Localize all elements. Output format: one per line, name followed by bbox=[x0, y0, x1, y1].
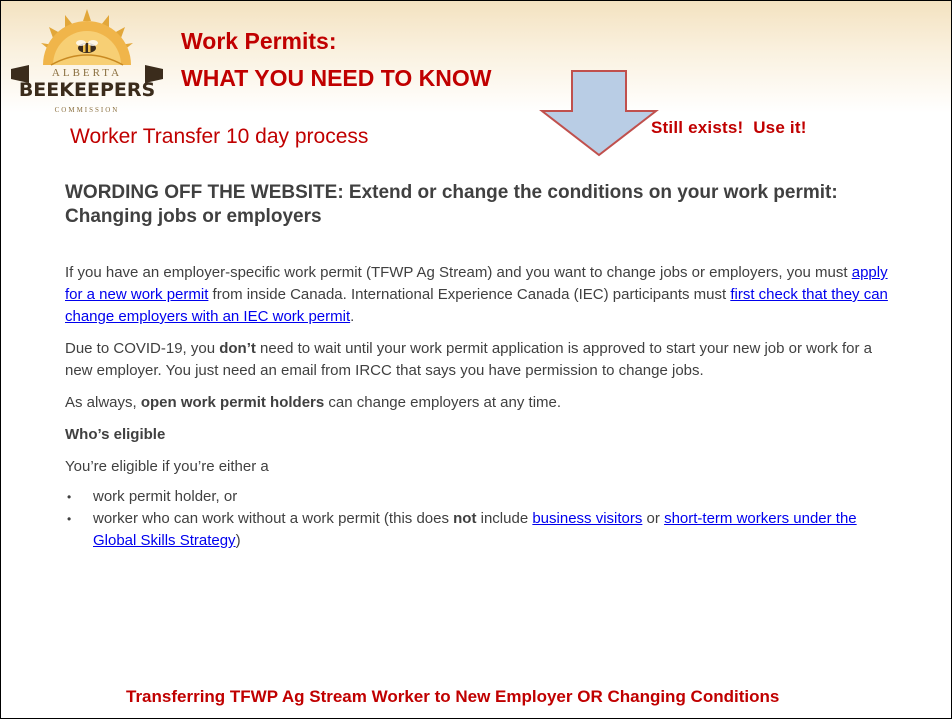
text-run: ) bbox=[235, 532, 241, 549]
slide-title-line-1: Work Permits: bbox=[181, 28, 337, 54]
bold-text: not bbox=[453, 510, 477, 527]
text-run: worker who can work without a work permi… bbox=[93, 510, 454, 527]
down-arrow-icon bbox=[539, 70, 659, 157]
logo-beekeepers-text: BEEKEEPERS bbox=[18, 79, 156, 101]
list-item: worker who can work without a work permi… bbox=[65, 508, 895, 552]
text-run: from inside Canada. International Experi… bbox=[208, 286, 731, 303]
bold-text: don’t bbox=[219, 340, 256, 357]
body-content: If you have an employer-specific work pe… bbox=[65, 262, 895, 552]
text-run: or bbox=[642, 510, 665, 527]
eligibility-list: work permit holder, or worker who can wo… bbox=[65, 486, 895, 552]
text-run: work permit holder, or bbox=[93, 488, 238, 505]
paragraph-open-permit: As always, open work permit holders can … bbox=[65, 392, 895, 414]
text-run: can change employers at any time. bbox=[324, 394, 562, 411]
eligible-intro: You’re eligible if you’re either a bbox=[65, 458, 269, 475]
footer-text: Transferring TFWP Ag Stream Worker to Ne… bbox=[126, 687, 780, 706]
business-visitors-link[interactable]: business visitors bbox=[532, 510, 642, 527]
text-run: . bbox=[350, 308, 355, 325]
bee-sun-logo-icon bbox=[11, 9, 163, 83]
paragraph-change-jobs: If you have an employer-specific work pe… bbox=[65, 262, 895, 328]
callout-text: Still exists! Use it! bbox=[651, 118, 807, 137]
section-heading: WORDING OFF THE WEBSITE: Extend or chang… bbox=[65, 182, 838, 227]
logo-alberta-text: ALBERTA bbox=[51, 67, 123, 79]
eligible-heading: Who’s eligible bbox=[65, 426, 166, 443]
text-run: include bbox=[476, 510, 533, 527]
text-run: If you have an employer-specific work pe… bbox=[65, 264, 852, 281]
bold-text: open work permit holders bbox=[140, 394, 325, 411]
alberta-beekeepers-logo: ALBERTA BEEKEEPERS COMMISSION bbox=[7, 7, 175, 119]
text-run: Due to COVID-19, you bbox=[65, 340, 220, 357]
list-item: work permit holder, or bbox=[65, 486, 895, 508]
logo-commission-text: COMMISSION bbox=[54, 106, 120, 114]
slide: ALBERTA BEEKEEPERS COMMISSION Work Permi… bbox=[0, 0, 952, 719]
slide-title-line-2: WHAT YOU NEED TO KNOW bbox=[181, 65, 492, 91]
slide-subtitle: Worker Transfer 10 day process bbox=[70, 125, 369, 148]
paragraph-covid: Due to COVID-19, you don’t need to wait … bbox=[65, 338, 895, 382]
text-run: As always, bbox=[65, 394, 141, 411]
